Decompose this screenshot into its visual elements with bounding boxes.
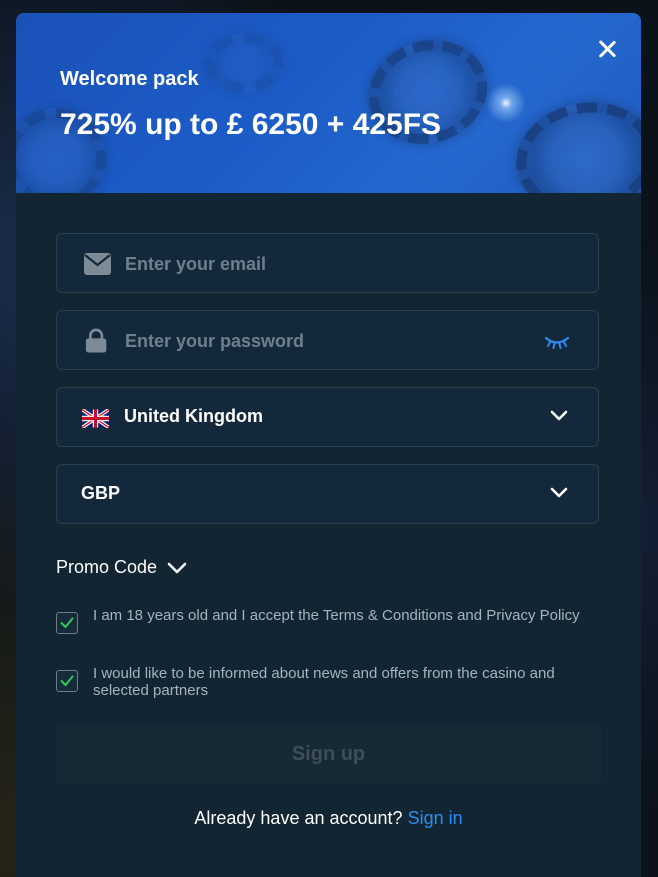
email-input[interactable] [123, 234, 527, 294]
lock-icon [85, 328, 107, 353]
checkmark-icon [60, 617, 74, 628]
chevron-down-icon [550, 410, 568, 421]
currency-select[interactable]: GBP [56, 464, 599, 524]
password-field-container [56, 310, 599, 371]
currency-value: GBP [81, 483, 121, 503]
country-value: United Kingdom [124, 406, 263, 426]
terms-consent-row: I am 18 years old and I accept the Terms… [56, 607, 601, 634]
promo-code-label: Promo Code [56, 557, 158, 577]
sparkle-decoration [486, 83, 526, 123]
uk-flag-icon [82, 409, 109, 428]
promo-code-toggle[interactable]: Promo Code [56, 557, 187, 578]
chevron-down-icon [167, 562, 187, 573]
eye-closed-icon[interactable] [544, 335, 570, 349]
checkmark-icon [60, 675, 74, 686]
terms-checkbox[interactable] [56, 612, 78, 634]
marketing-checkbox[interactable] [56, 670, 78, 692]
welcome-banner: Welcome pack 725% up to £ 6250 + 425FS [16, 13, 641, 193]
password-input[interactable] [123, 311, 527, 371]
casino-chip-decoration [204, 33, 284, 93]
marketing-consent-row: I would like to be informed about news a… [56, 665, 601, 699]
signup-form: United Kingdom GBP [56, 233, 601, 541]
sign-up-button[interactable]: Sign up [56, 724, 601, 784]
banner-subtitle: Welcome pack [60, 68, 199, 90]
email-field-container [56, 233, 599, 294]
terms-consent-text: I am 18 years old and I accept the Terms… [93, 607, 580, 624]
country-select[interactable]: United Kingdom [56, 387, 599, 447]
close-icon[interactable] [595, 37, 619, 61]
sign-in-prompt: Already have an account? Sign in [16, 808, 641, 829]
chevron-down-icon [550, 487, 568, 498]
banner-title: 725% up to £ 6250 + 425FS [60, 108, 442, 141]
sign-in-link[interactable]: Sign in [408, 808, 463, 828]
signup-modal: Welcome pack 725% up to £ 6250 + 425FS E… [16, 13, 641, 877]
envelope-icon [84, 253, 111, 275]
sign-in-question: Already have an account? [194, 808, 403, 828]
marketing-consent-text: I would like to be informed about news a… [93, 665, 555, 699]
casino-chip-decoration [507, 91, 641, 193]
